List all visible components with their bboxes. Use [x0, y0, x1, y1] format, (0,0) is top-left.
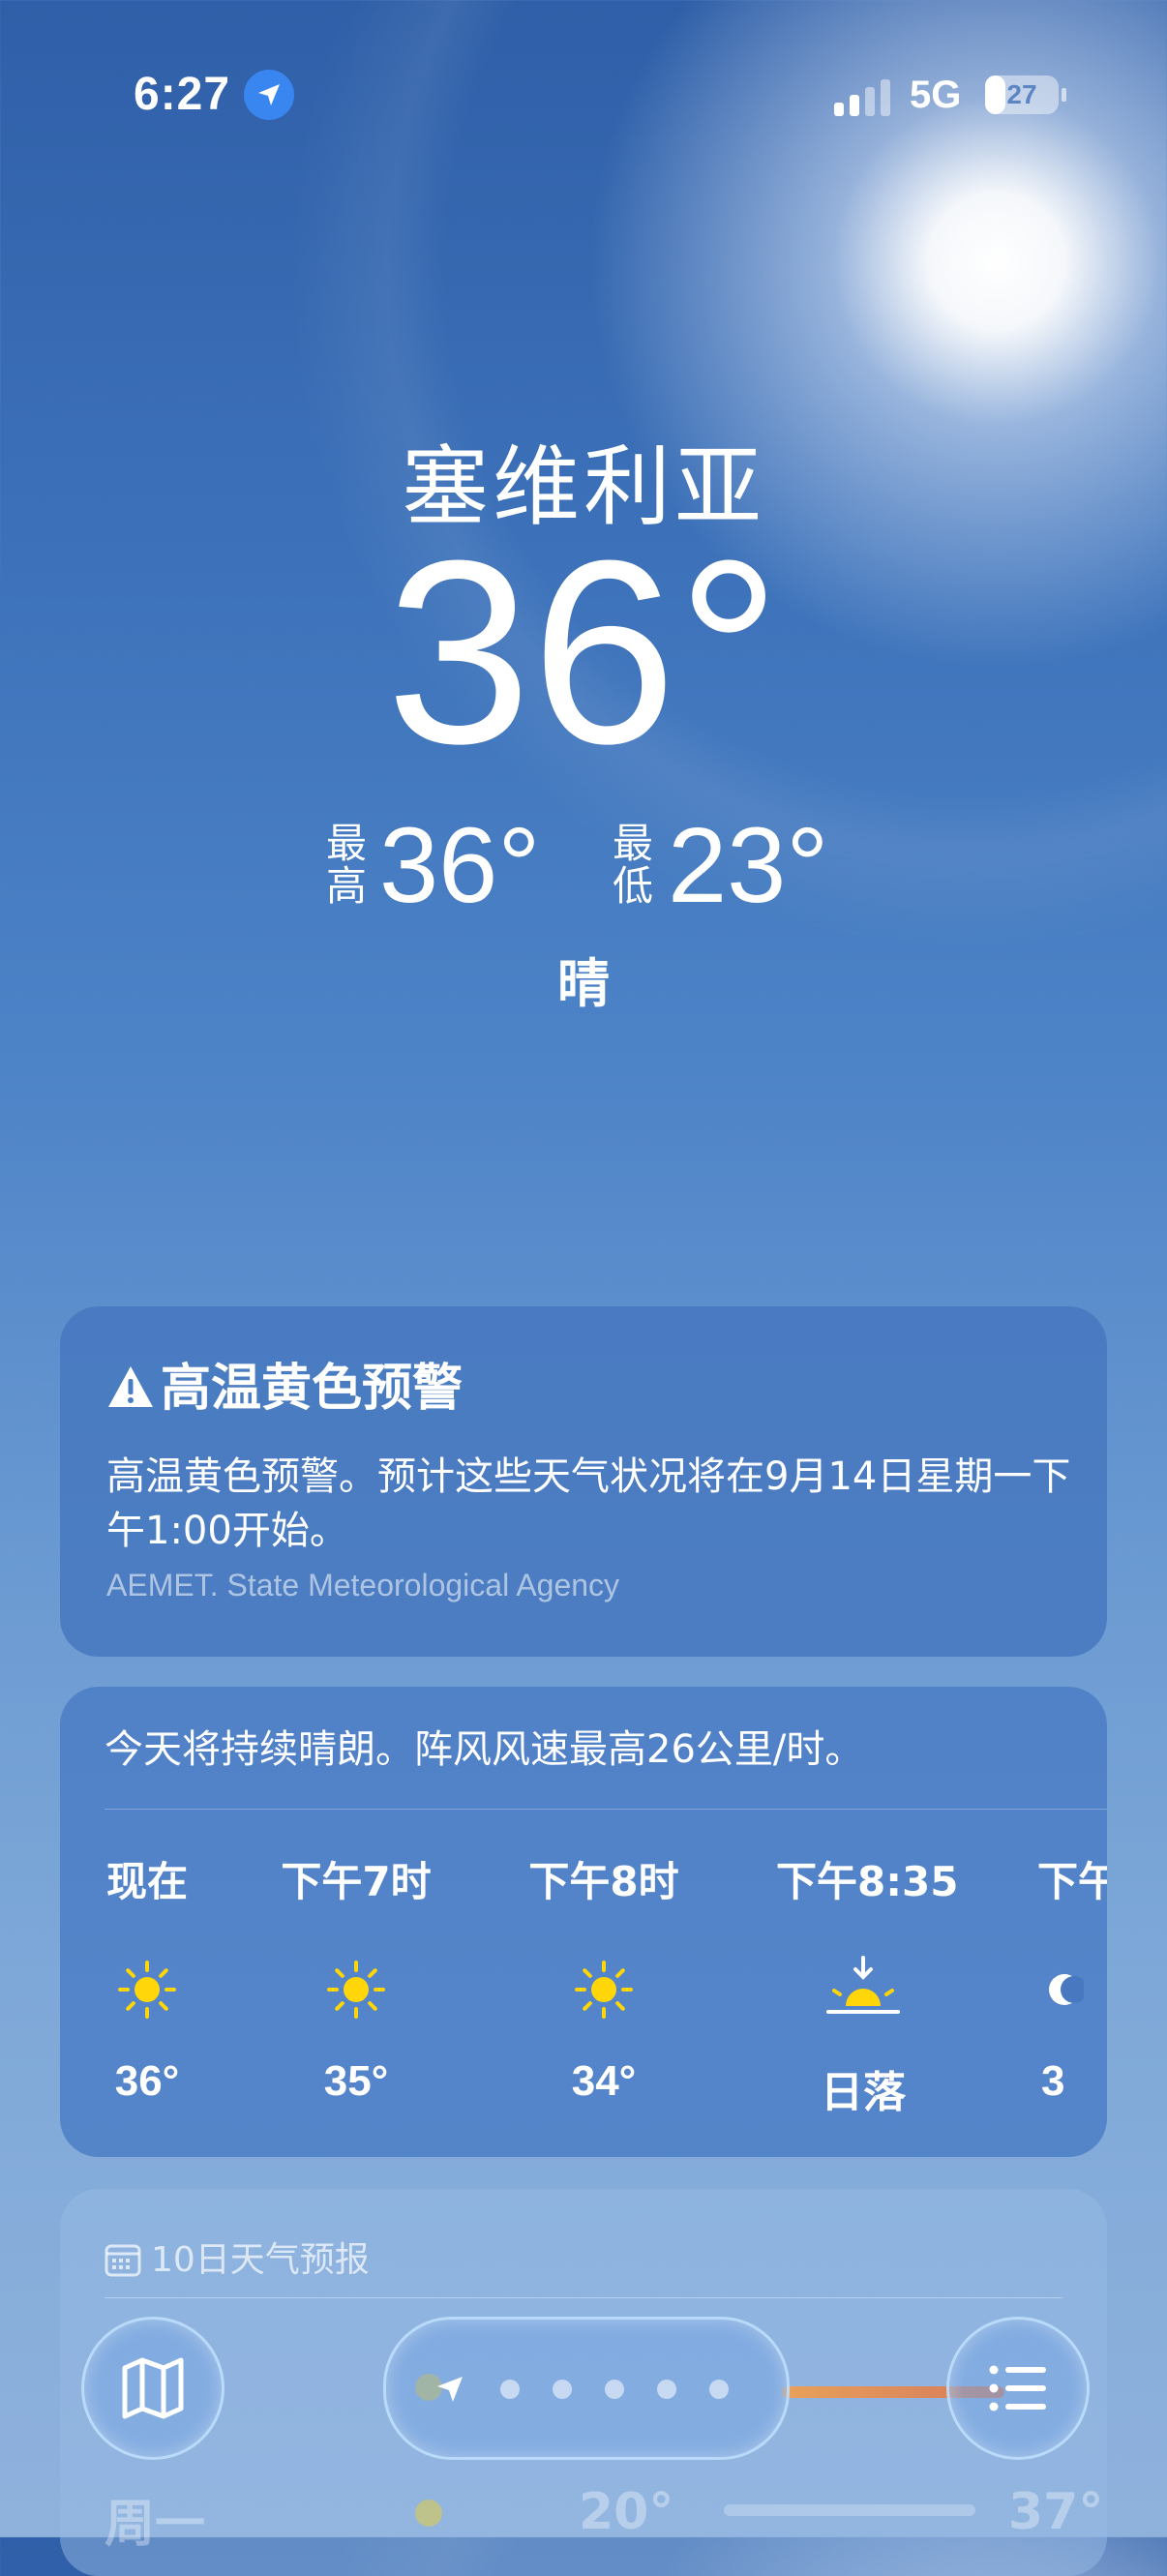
- current-temperature: 36°: [385, 507, 782, 798]
- network-type: 5G: [910, 74, 962, 116]
- hour-label: 现在: [105, 1858, 188, 1905]
- hour-label: 下午8:35: [776, 1858, 959, 1905]
- page-dot[interactable]: [709, 2380, 729, 2399]
- alert-title-row: 高温黄色预警: [106, 1347, 463, 1422]
- warning-triangle-icon: [106, 1363, 155, 1422]
- hourly-item: 现在 36°: [60, 1849, 234, 2106]
- map-button[interactable]: [81, 2317, 224, 2460]
- moon-icon: [1028, 1951, 1107, 2028]
- sun-icon: [517, 1951, 691, 2028]
- ten-day-title: 10日天气预报: [151, 2240, 370, 2280]
- high-label: 最高: [325, 820, 367, 910]
- battery-percentage: 27: [1006, 79, 1037, 109]
- hourly-forecast-card[interactable]: 今天将持续晴朗。阵风风速最高26公里/时。 现在 36° 下午7时 35° 下午…: [60, 1687, 1107, 2157]
- bottom-toolbar: [0, 2303, 1167, 2477]
- low-label: 最低: [612, 820, 653, 910]
- hourly-item: 下午7时 35°: [269, 1849, 443, 2106]
- battery-icon: 27: [985, 75, 1066, 114]
- map-icon: [122, 2357, 184, 2419]
- hour-label: 下午7时: [281, 1858, 432, 1905]
- hour-label: 下午8时: [528, 1858, 679, 1905]
- alert-title: 高温黄色预警: [161, 1360, 464, 1418]
- divider: [105, 1809, 1107, 1810]
- location-pager[interactable]: [383, 2317, 790, 2460]
- forecast-summary: 今天将持续晴朗。阵风风速最高26公里/时。: [105, 1727, 864, 1772]
- cellular-signal-icon: [834, 77, 892, 116]
- sun-icon: [269, 1951, 443, 2028]
- page-dot[interactable]: [657, 2380, 676, 2399]
- status-bar: 6:27 5G 27: [0, 60, 1167, 128]
- location-services-icon: [244, 70, 294, 120]
- sunset-icon: [776, 1951, 950, 2028]
- calendar-icon: [105, 2244, 141, 2277]
- page-dot[interactable]: [605, 2380, 624, 2399]
- ten-day-header: 10日天气预报: [105, 2232, 370, 2282]
- high-temperature: 36°: [379, 806, 541, 925]
- weather-condition: 晴: [557, 953, 610, 1014]
- hour-label-sunset: 日落: [821, 2069, 906, 2116]
- low-temperature: 23°: [668, 806, 829, 925]
- ten-day-low: 20°: [579, 2483, 674, 2541]
- high-low-temperature: 最高 36° 最低 23°: [0, 813, 1167, 929]
- hour-temperature: 34°: [571, 2057, 637, 2105]
- hourly-item: 下午8时 34°: [517, 1849, 691, 2106]
- alert-body: 高温黄色预警。预计这些天气状况将在9月14日星期一下午1:00开始。: [106, 1454, 1071, 1553]
- hour-temperature: 36°: [114, 2057, 180, 2105]
- list-icon: [989, 2365, 1046, 2411]
- hour-temperature: 3: [1041, 2057, 1065, 2105]
- hourly-item: 下午8:35 日落: [776, 1849, 959, 2119]
- weather-alert-card[interactable]: 高温黄色预警 高温黄色预警。预计这些天气状况将在9月14日星期一下午1:00开始…: [60, 1306, 1107, 1657]
- page-dot[interactable]: [500, 2380, 520, 2399]
- hour-label: 下午: [1037, 1858, 1107, 1905]
- hour-temperature: 35°: [323, 2057, 389, 2105]
- location-list-button[interactable]: [946, 2317, 1090, 2460]
- ten-day-high: 37°: [1008, 2483, 1104, 2541]
- sun-icon: [60, 1951, 234, 2028]
- page-dot[interactable]: [553, 2380, 572, 2399]
- alert-source-link[interactable]: AEMET. State Meteorological Agency: [106, 1568, 619, 1603]
- status-time: 6:27: [134, 69, 231, 120]
- location-arrow-icon: [437, 2377, 463, 2402]
- hourly-item: 下午 3: [1028, 1849, 1107, 2106]
- ten-day-day: 周一: [105, 2496, 206, 2554]
